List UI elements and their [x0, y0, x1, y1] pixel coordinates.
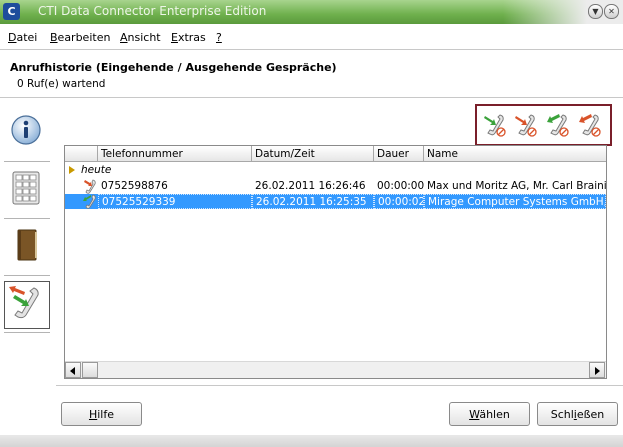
minimize-button[interactable]: ▼ — [588, 4, 603, 19]
cell-duration: 00:00:02 — [374, 194, 424, 209]
cell-datetime: 26.02.2011 16:25:35 — [252, 194, 374, 209]
outgoing-answered-call-icon — [547, 114, 569, 137]
app-icon[interactable]: C — [3, 3, 20, 20]
nav-info-button[interactable] — [4, 108, 49, 156]
filter-incoming-missed-button[interactable] — [513, 112, 539, 138]
keypad-icon — [12, 171, 40, 205]
table-row-selected[interactable]: 07525529339 26.02.2011 16:25:35 00:00:02… — [65, 194, 606, 209]
menu-bearbeiten[interactable]: Bearbeiten — [50, 31, 110, 44]
column-header-icon[interactable] — [65, 146, 98, 162]
info-icon — [11, 115, 41, 145]
cell-number: 0752598876 — [101, 180, 168, 192]
cell-duration: 00:00:00 — [377, 180, 424, 192]
menu-separator — [0, 49, 623, 50]
outgoing-missed-call-icon — [579, 114, 601, 137]
column-header-duration[interactable]: Dauer — [374, 146, 424, 162]
filter-outgoing-missed-button[interactable] — [577, 112, 603, 138]
page-title: Anrufhistorie (Eingehende / Ausgehende G… — [10, 61, 337, 74]
phonebook-icon — [17, 229, 37, 261]
scrollbar-thumb[interactable] — [82, 362, 98, 378]
menu-extras[interactable]: Extras — [171, 31, 206, 44]
scroll-right-button[interactable] — [589, 362, 605, 378]
window-title: CTI Data Connector Enterprise Edition — [38, 4, 267, 18]
window-bottom-edge — [0, 435, 623, 447]
scroll-left-button[interactable] — [65, 362, 81, 378]
close-window-button[interactable]: ✕ — [604, 4, 619, 19]
column-header-datetime[interactable]: Datum/Zeit — [252, 146, 374, 162]
footer-separator — [56, 385, 623, 386]
menu-ansicht[interactable]: Ansicht — [120, 31, 161, 44]
arrow-right-icon — [595, 367, 600, 375]
menu-bar: Datei Bearbeiten Ansicht Extras ? — [0, 28, 623, 48]
table-row[interactable]: 0752598876 26.02.2011 16:26:46 00:00:00 … — [65, 179, 606, 194]
close-button[interactable]: Schließen — [537, 402, 618, 426]
call-filter-toolbar — [475, 104, 612, 146]
column-header-number[interactable]: Telefonnummer — [98, 146, 252, 162]
cell-name: Mirage Computer Systems GmbH, Sale — [424, 194, 606, 209]
select-button[interactable]: Wählen — [449, 402, 530, 426]
call-history-table[interactable]: Telefonnummer Datum/Zeit Dauer Name heut… — [64, 145, 607, 379]
arrow-left-icon — [70, 367, 75, 375]
menu-datei[interactable]: Datei — [8, 31, 37, 44]
filter-incoming-answered-button[interactable] — [482, 112, 508, 138]
expand-arrow-icon[interactable] — [69, 166, 75, 174]
call-history-icon — [9, 286, 39, 319]
title-bar: C CTI Data Connector Enterprise Edition … — [0, 0, 623, 24]
group-header-today[interactable]: heute — [69, 164, 111, 178]
nav-call-history-button[interactable] — [4, 281, 50, 329]
cell-number: 07525529339 — [98, 194, 252, 209]
incoming-missed-call-icon — [515, 114, 537, 137]
outgoing-call-icon — [83, 194, 96, 209]
cell-name: Max und Moritz AG, Mr. Carl Brainie — [427, 180, 606, 192]
horizontal-scrollbar[interactable] — [65, 361, 606, 378]
filter-outgoing-answered-button[interactable] — [545, 112, 571, 138]
incoming-call-icon — [84, 179, 96, 194]
cell-datetime: 26.02.2011 16:26:46 — [255, 180, 366, 192]
incoming-answered-call-icon — [484, 114, 506, 137]
waiting-calls-status: 0 Ruf(e) wartend — [17, 78, 106, 90]
column-header-name[interactable]: Name — [424, 146, 606, 162]
nav-dialpad-button[interactable] — [4, 165, 49, 213]
menu-help[interactable]: ? — [216, 31, 222, 44]
nav-phonebook-button[interactable] — [4, 222, 49, 270]
help-button[interactable]: Hilfe — [61, 402, 142, 426]
